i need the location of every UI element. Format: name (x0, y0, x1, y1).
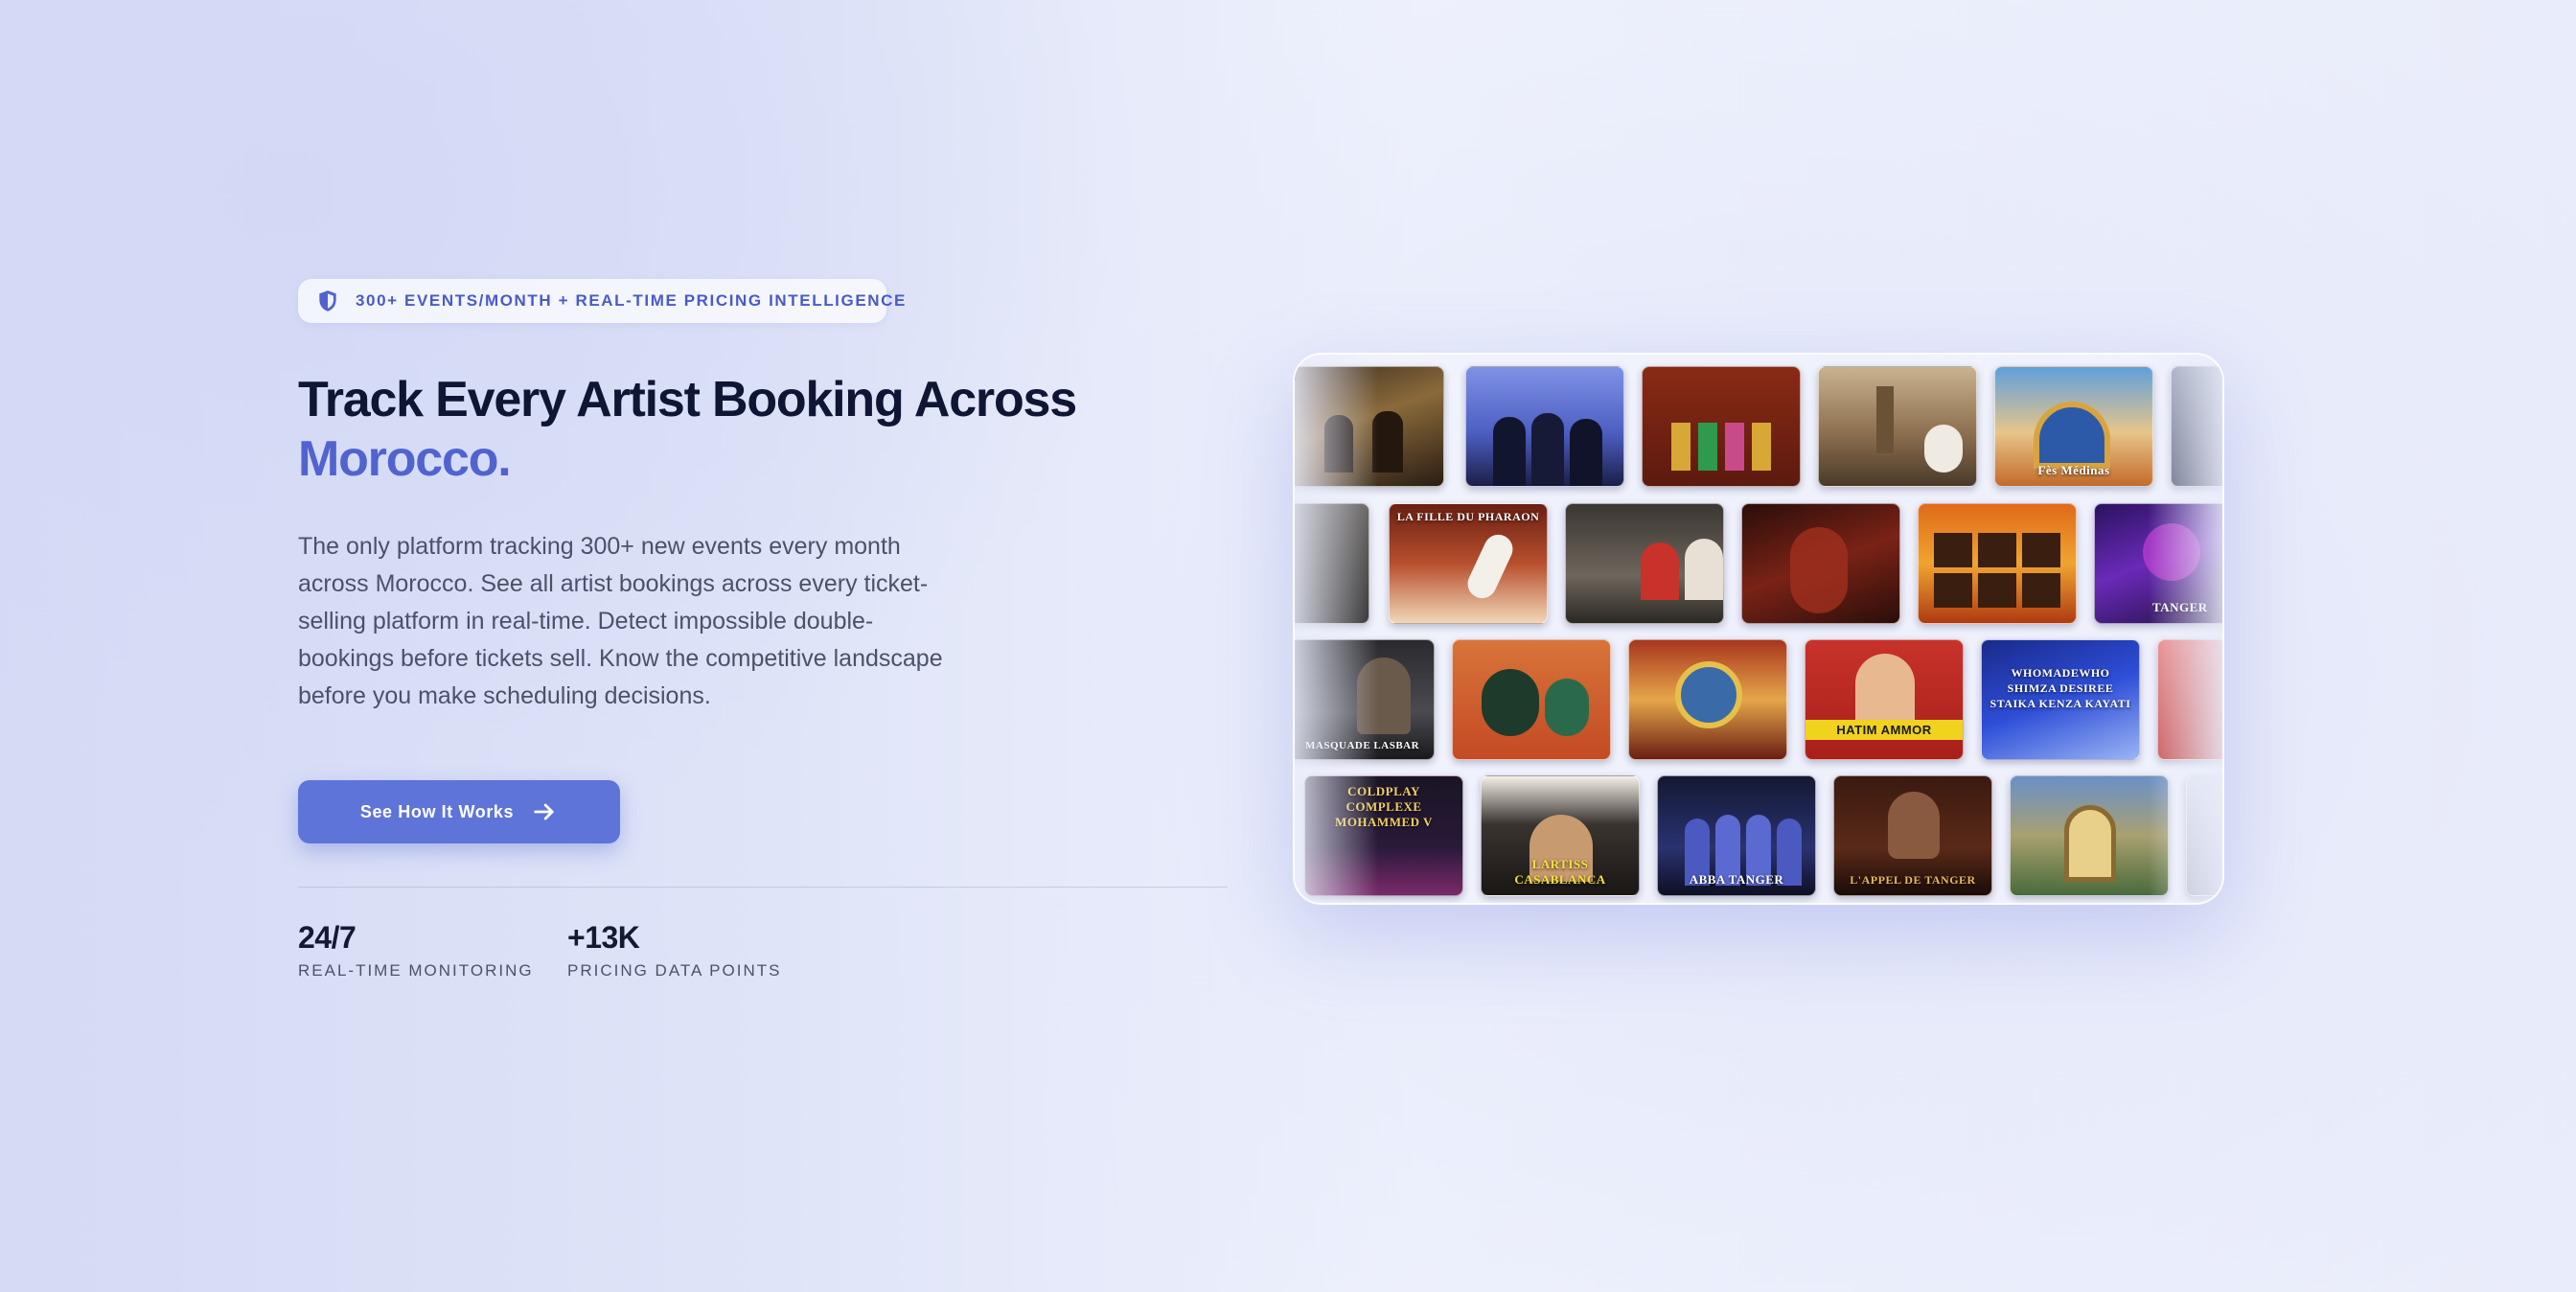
hero-paragraph: The only platform tracking 300+ new even… (298, 533, 943, 709)
shield-icon (319, 290, 336, 311)
hero-headline: Track Every Artist Booking Across Morocc… (298, 370, 1077, 489)
event-poster[interactable]: WHOMADEWHO SHIMZA DESIREE STAIKA KENZA K… (1981, 639, 2140, 760)
poster-caption: ABBA TANGER (1689, 872, 1784, 887)
stat-value: +13K (567, 920, 640, 955)
cta-label: See How It Works (359, 801, 515, 821)
arrow-right-icon (534, 803, 554, 820)
event-poster[interactable] (1741, 503, 1900, 624)
event-poster[interactable]: Fès Médinas (1994, 366, 2153, 487)
poster-caption: Fès Médinas (2037, 463, 2110, 477)
poster-caption: WHOMADEWHO SHIMZA DESIREE STAIKA KENZA K… (1990, 666, 2131, 710)
event-poster[interactable]: TANGER (2094, 503, 2222, 624)
event-poster[interactable] (1918, 503, 2077, 624)
stat-label: PRICING DATA POINTS (567, 961, 782, 980)
event-poster[interactable] (2171, 366, 2222, 487)
event-poster[interactable] (1565, 503, 1724, 624)
event-poster[interactable] (2186, 775, 2222, 896)
badge-text: 300+ EVENTS/MONTH + REAL-TIME PRICING IN… (356, 291, 907, 310)
event-poster[interactable]: HATIM AMMOR (1805, 639, 1964, 760)
poster-row: MASQUADE LASBAR HATIM AMMOR WHOMADEWHO S… (1295, 639, 2222, 760)
hero-badge: 300+ EVENTS/MONTH + REAL-TIME PRICING IN… (298, 279, 905, 323)
event-poster[interactable] (1465, 366, 1624, 487)
event-poster[interactable] (1295, 366, 1444, 487)
poster-caption: TANGER (2152, 600, 2208, 614)
event-poster[interactable]: ABBA TANGER (1657, 775, 1816, 896)
event-poster[interactable] (1452, 639, 1611, 760)
poster-row: COLDPLAY COMPLEXE MOHAMMED V LARTISS CAS… (1295, 775, 2222, 896)
event-poster[interactable] (1628, 639, 1787, 760)
stat-value: 24/7 (298, 920, 356, 955)
stat-pricing: +13K PRICING DATA POINTS (567, 920, 781, 981)
event-poster[interactable]: MASQUADE LASBAR (1295, 639, 1435, 760)
poster-caption: HATIM AMMOR (1806, 720, 1963, 740)
poster-caption: LARTISS CASABLANCA (1514, 857, 1606, 887)
event-poster[interactable] (2157, 639, 2222, 760)
event-poster[interactable] (1295, 503, 1369, 624)
event-poster[interactable] (2010, 775, 2169, 896)
poster-row: LA FILLE DU PHARAON TANGER (1295, 503, 2222, 624)
poster-caption: MASQUADE LASBAR (1305, 740, 1420, 751)
headline-accent: Morocco. (298, 431, 512, 487)
event-poster[interactable] (1642, 366, 1801, 487)
event-poster[interactable]: L'APPEL DE TANGER (1833, 775, 1992, 896)
see-how-it-works-button[interactable]: See How It Works (298, 780, 620, 843)
poster-caption: L'APPEL DE TANGER (1850, 873, 1976, 887)
headline-line: Track Every Artist Booking Across (298, 372, 1077, 427)
divider (298, 887, 1228, 888)
event-poster[interactable]: LA FILLE DU PHARAON (1389, 503, 1548, 624)
poster-caption: COLDPLAY COMPLEXE MOHAMMED V (1335, 784, 1433, 829)
poster-caption: LA FILLE DU PHARAON (1396, 510, 1540, 523)
event-poster[interactable] (1818, 366, 1977, 487)
stat-monitoring: 24/7 REAL-TIME MONITORING (298, 920, 534, 981)
event-poster[interactable]: LARTISS CASABLANCA (1481, 775, 1640, 896)
event-poster-wall: Fès Médinas LA FILLE DU PHARAON TANGER M… (1293, 353, 2224, 905)
stat-label: REAL-TIME MONITORING (298, 961, 534, 980)
event-poster[interactable]: COLDPLAY COMPLEXE MOHAMMED V (1304, 775, 1463, 896)
poster-row: Fès Médinas (1295, 366, 2222, 487)
